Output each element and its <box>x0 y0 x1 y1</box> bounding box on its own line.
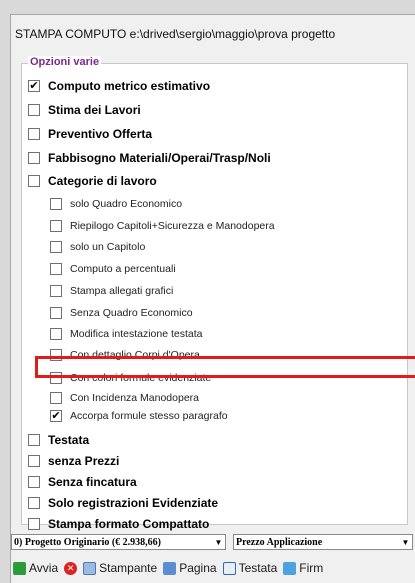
sign-label: Firm <box>299 561 324 575</box>
chevron-down-icon[interactable]: ▼ <box>212 535 225 549</box>
option-label: solo Quadro Economico <box>70 198 183 210</box>
suboption-solo-capitolo[interactable]: solo un Capitolo <box>50 241 145 253</box>
checkbox[interactable] <box>28 175 40 187</box>
page-button[interactable]: Pagina <box>163 561 217 575</box>
suboption-solo-quadro[interactable]: solo Quadro Economico <box>50 198 182 210</box>
suboption-corpi-opera[interactable]: Con dettaglio Corpi d'Opera <box>50 349 200 361</box>
option-label: Stampa formato Compattato <box>48 517 210 531</box>
checkbox[interactable] <box>28 476 40 488</box>
checkbox[interactable] <box>50 220 62 232</box>
option-fabbisogno[interactable]: Fabbisogno Materiali/Operai/Trasp/Noli <box>28 151 271 165</box>
checkbox[interactable] <box>28 455 40 467</box>
option-computo-metrico[interactable]: ✔ Computo metrico estimativo <box>28 79 210 93</box>
option-label: Stima dei Lavori <box>48 103 141 117</box>
suboption-modifica-testata[interactable]: Modifica intestazione testata <box>50 328 203 340</box>
project-select[interactable]: 0) Progetto Originario (€ 2.938,66) ▼ <box>11 534 226 550</box>
bottom-toolbar: Avvia ✕ Stampante Pagina Testata Firm <box>11 555 415 581</box>
header-icon <box>222 561 236 575</box>
option-testata[interactable]: Testata <box>28 433 89 447</box>
printer-button[interactable]: Stampante <box>83 561 157 575</box>
header-label: Testata <box>238 561 278 575</box>
project-select-value: 0) Progetto Originario (€ 2.938,66) <box>14 536 162 548</box>
checkbox[interactable] <box>50 241 62 253</box>
printer-icon <box>83 561 97 575</box>
checkbox[interactable] <box>28 152 40 164</box>
start-label: Avvia <box>29 561 59 575</box>
go-icon <box>13 561 26 575</box>
option-label: Senza fincatura <box>48 475 137 489</box>
checkbox[interactable] <box>28 434 40 446</box>
option-formato-compattato[interactable]: Stampa formato Compattato <box>28 517 209 531</box>
checkbox[interactable] <box>50 307 62 319</box>
checkbox[interactable] <box>28 518 40 530</box>
option-label: senza Prezzi <box>48 454 120 468</box>
checkbox[interactable] <box>50 328 62 340</box>
price-select-value: Prezzo Applicazione <box>236 536 323 548</box>
suboption-allegati-grafici[interactable]: Stampa allegati grafici <box>50 285 173 297</box>
option-label: Con Incidenza Manodopera <box>70 392 200 404</box>
checkbox[interactable] <box>28 104 40 116</box>
page-icon <box>163 561 177 575</box>
checkbox[interactable] <box>50 349 62 361</box>
print-computo-window: STAMPA COMPUTO e:\drived\sergio\maggio\p… <box>10 14 415 583</box>
checkbox[interactable]: ✔ <box>50 410 62 422</box>
checkbox[interactable] <box>28 128 40 140</box>
options-group-title: Opzioni varie <box>28 56 102 68</box>
window-title: STAMPA COMPUTO e:\drived\sergio\maggio\p… <box>15 27 336 41</box>
checkbox[interactable]: ✔ <box>28 80 40 92</box>
close-icon: ✕ <box>64 561 78 575</box>
checkbox[interactable] <box>50 263 62 275</box>
option-label: Categorie di lavoro <box>48 174 157 188</box>
suboption-riepilogo-capitoli[interactable]: Riepilogo Capitoli+Sicurezza e Manodoper… <box>50 220 275 232</box>
checkbox[interactable] <box>50 198 62 210</box>
checkbox[interactable] <box>28 497 40 509</box>
suboption-senza-quadro[interactable]: Senza Quadro Economico <box>50 307 193 319</box>
option-senza-prezzi[interactable]: senza Prezzi <box>28 454 119 468</box>
checkbox[interactable] <box>50 285 62 297</box>
printer-label: Stampante <box>99 561 158 575</box>
option-label: Computo a percentuali <box>70 263 176 275</box>
option-label: Testata <box>48 433 90 447</box>
options-group: Opzioni varie ✔ Computo metrico estimati… <box>21 56 408 531</box>
suboption-accorpa-formule[interactable]: ✔ Accorpa formule stesso paragrafo <box>50 410 228 422</box>
option-label: Computo metrico estimativo <box>48 79 211 93</box>
option-label: Stampa allegati grafici <box>70 285 174 297</box>
option-label: Senza Quadro Economico <box>70 307 193 319</box>
header-button[interactable]: Testata <box>222 561 278 575</box>
page-label: Pagina <box>179 561 217 575</box>
option-label: Fabbisogno Materiali/Operai/Trasp/Noli <box>48 151 271 165</box>
signature-icon <box>283 561 297 575</box>
checkbox[interactable] <box>50 392 62 404</box>
option-label: Con dettaglio Corpi d'Opera <box>70 349 200 361</box>
option-preventivo-offerta[interactable]: Preventivo Offerta <box>28 127 152 141</box>
cancel-button[interactable]: ✕ <box>64 561 78 575</box>
checkbox[interactable] <box>50 372 62 384</box>
option-stima-lavori[interactable]: Stima dei Lavori <box>28 103 141 117</box>
suboption-computo-percentuali[interactable]: Computo a percentuali <box>50 263 176 275</box>
option-label: Solo registrazioni Evidenziate <box>48 496 219 510</box>
option-label: solo un Capitolo <box>70 241 146 253</box>
option-categorie-lavoro[interactable]: Categorie di lavoro <box>28 174 157 188</box>
option-label: Riepilogo Capitoli+Sicurezza e Manodoper… <box>70 220 275 232</box>
option-label: Preventivo Offerta <box>48 127 153 141</box>
chevron-down-icon[interactable]: ▼ <box>399 535 412 549</box>
option-label: Modifica intestazione testata <box>70 328 203 340</box>
sign-button[interactable]: Firm <box>283 561 323 575</box>
option-senza-fincatura[interactable]: Senza fincatura <box>28 475 137 489</box>
suboption-colori-formule[interactable]: Con colori formule evidenziate <box>50 372 211 384</box>
start-button[interactable]: Avvia <box>13 561 58 575</box>
price-select[interactable]: Prezzo Applicazione ▼ <box>233 534 413 550</box>
option-label: Accorpa formule stesso paragrafo <box>70 410 228 422</box>
option-solo-evidenziate[interactable]: Solo registrazioni Evidenziate <box>28 496 218 510</box>
option-label: Con colori formule evidenziate <box>70 372 212 384</box>
suboption-incidenza-manodopera[interactable]: Con Incidenza Manodopera <box>50 392 199 404</box>
